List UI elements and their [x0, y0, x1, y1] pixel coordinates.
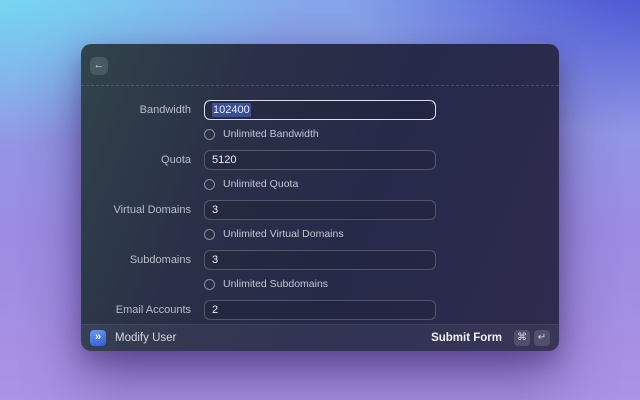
modify-user-window: ← Bandwidth 102400 Unlimited Bandwidth Q… [81, 44, 559, 351]
checkbox-label: Unlimited Virtual Domains [223, 228, 344, 240]
checkbox-icon [204, 178, 215, 190]
checkbox-icon [204, 128, 215, 140]
submit-form-button[interactable]: Submit Form [431, 332, 502, 344]
unlimited-quota-checkbox[interactable]: Unlimited Quota [204, 178, 298, 190]
window-header: ← [81, 44, 559, 85]
checkbox-label: Unlimited Subdomains [223, 278, 329, 290]
field-label: Subdomains [129, 254, 191, 266]
form: Bandwidth 102400 Unlimited Bandwidth Quo… [81, 86, 559, 324]
unlimited-virtual-domains-checkbox[interactable]: Unlimited Virtual Domains [204, 228, 344, 240]
field-label: Email Accounts [115, 304, 191, 316]
email-accounts-input[interactable]: 2 [204, 300, 436, 320]
action-bar: » Modify User Submit Form ⌘ ↵ [81, 324, 559, 351]
input-value: 5120 [212, 154, 237, 166]
field-label: Quota [161, 154, 191, 166]
field-label: Virtual Domains [113, 204, 191, 216]
app-name: Modify User [115, 332, 177, 344]
arrow-left-icon: ← [93, 59, 105, 71]
checkbox-label: Unlimited Bandwidth [223, 128, 319, 140]
command-key-icon: ⌘ [514, 330, 530, 346]
checkbox-icon [204, 278, 215, 290]
virtual-domains-input[interactable]: 3 [204, 200, 436, 220]
bandwidth-input[interactable]: 102400 [204, 100, 436, 120]
checkbox-label: Unlimited Quota [223, 178, 299, 190]
back-button[interactable]: ← [90, 57, 108, 75]
subdomains-input[interactable]: 3 [204, 250, 436, 270]
selected-text: 102400 [212, 103, 251, 117]
quota-input[interactable]: 5120 [204, 150, 436, 170]
field-label: Bandwidth [139, 104, 191, 116]
input-value: 3 [212, 204, 219, 216]
input-value: 2 [212, 304, 219, 316]
app-icon: » [90, 330, 106, 346]
enter-key-icon: ↵ [534, 330, 550, 346]
input-value: 3 [212, 254, 219, 266]
unlimited-bandwidth-checkbox[interactable]: Unlimited Bandwidth [204, 128, 319, 140]
unlimited-subdomains-checkbox[interactable]: Unlimited Subdomains [204, 278, 328, 290]
checkbox-icon [204, 228, 215, 240]
